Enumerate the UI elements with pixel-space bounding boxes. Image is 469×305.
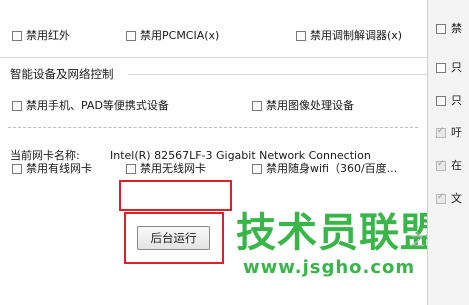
disable-wired-nic-checkbox[interactable] — [12, 164, 22, 174]
disable-imaging-label: 禁用图像处理设备 — [266, 99, 354, 112]
disable-portable-wifi-checkbox[interactable] — [252, 164, 262, 174]
section-title-rule — [128, 74, 427, 75]
nic-name-value: Intel(R) 82567LF-3 Gigabit Network Conne… — [110, 149, 371, 162]
settings-panel: 禁用红外 禁用PCMCIA(x) 禁用调制解调器(x) 智能设备及网络控制 禁用… — [0, 0, 440, 305]
disable-phone-pad-label: 禁用手机、PAD等便携式设备 — [26, 99, 169, 112]
disable-infrared-label: 禁用红外 — [26, 29, 70, 42]
dashed-divider — [8, 127, 418, 128]
button-highlight-box — [124, 212, 224, 264]
disable-modem-label: 禁用调制解调器(x) — [310, 29, 403, 42]
right-label-2: 只 — [451, 61, 462, 74]
right-label-6: 文 — [451, 192, 462, 205]
nic-name-label: 当前网卡名称: — [10, 149, 80, 162]
wireless-highlight-box — [119, 180, 232, 211]
right-label-5: 在 — [451, 159, 462, 172]
disable-wireless-nic-label: 禁用无线网卡 — [140, 162, 206, 175]
disable-infrared-checkbox[interactable] — [12, 31, 22, 41]
disable-pcmcia-checkbox[interactable] — [126, 31, 136, 41]
section-title: 智能设备及网络控制 — [10, 67, 114, 81]
right-label-1: 禁 — [451, 22, 462, 35]
section-divider — [0, 57, 427, 58]
disable-wired-nic-label: 禁用有线网卡 — [26, 162, 92, 175]
right-checkbox-6[interactable] — [436, 192, 446, 204]
right-checkbox-5[interactable] — [436, 159, 446, 171]
right-label-4: 吁 — [451, 126, 462, 139]
watermark-url: www.jsgho.com — [243, 257, 416, 278]
right-label-3: 只 — [451, 94, 462, 107]
right-checkbox-3[interactable] — [436, 96, 446, 106]
disable-imaging-checkbox[interactable] — [252, 101, 262, 111]
disable-modem-checkbox[interactable] — [296, 31, 306, 41]
right-option-strip: 禁 只 只 吁 在 文 — [427, 0, 469, 305]
right-checkbox-2[interactable] — [436, 63, 446, 73]
disable-wireless-nic-checkbox[interactable] — [126, 164, 136, 174]
disable-portable-wifi-label: 禁用随身wifi（360/百度... — [266, 162, 398, 175]
right-checkbox-4[interactable] — [436, 126, 446, 138]
disable-phone-pad-checkbox[interactable] — [12, 101, 22, 111]
disable-pcmcia-label: 禁用PCMCIA(x) — [140, 29, 220, 42]
right-checkbox-1[interactable] — [436, 24, 446, 34]
